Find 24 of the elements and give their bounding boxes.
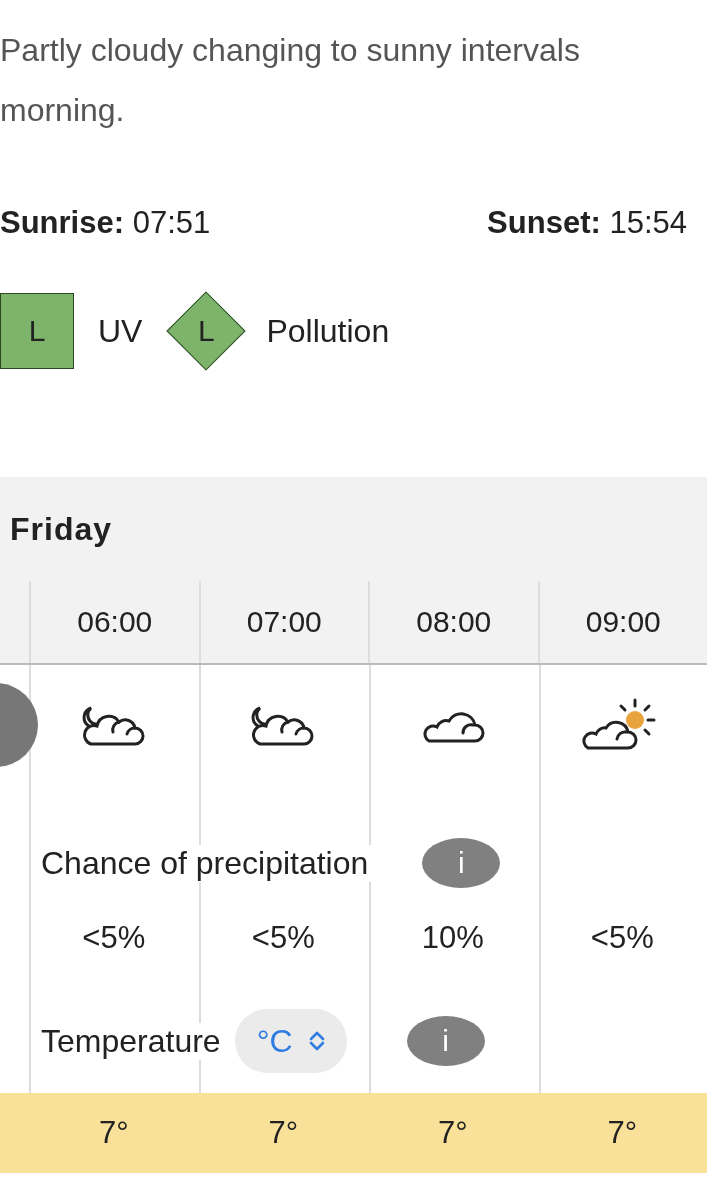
forecast-summary: morning. (0, 91, 126, 130)
temperature-value: 7° (98, 1115, 129, 1151)
forecast-summary: Partly cloudy changing to sunny intervals (0, 31, 581, 70)
hour-label: 06:00 (77, 605, 153, 639)
sun-time: Sunrise: 07:51 (0, 205, 211, 241)
index-label: UV (98, 312, 143, 350)
temperature-value: 7° (607, 1115, 638, 1151)
uv-level-badge: L (0, 293, 74, 369)
temperature-value: 7° (268, 1115, 299, 1151)
precipitation-value: <5% (251, 920, 315, 956)
precipitation-value: <5% (82, 920, 146, 956)
hour-label: 07:00 (246, 605, 322, 639)
index-label: Pollution (266, 312, 390, 350)
chevron-icon (308, 1030, 325, 1052)
unit-selector[interactable]: °C (234, 1009, 347, 1073)
info-button[interactable]: i (422, 838, 501, 888)
precipitation-value: <5% (590, 920, 654, 956)
hour-label: 08:00 (416, 605, 492, 639)
sun-time: Sunset: 15:54 (487, 205, 687, 241)
temperature-value: 7° (437, 1115, 468, 1151)
info-button[interactable]: i (406, 1016, 485, 1066)
hour-label: 09:00 (585, 605, 661, 639)
day-heading: Friday (10, 510, 113, 548)
precipitation-value: 10% (421, 920, 484, 956)
